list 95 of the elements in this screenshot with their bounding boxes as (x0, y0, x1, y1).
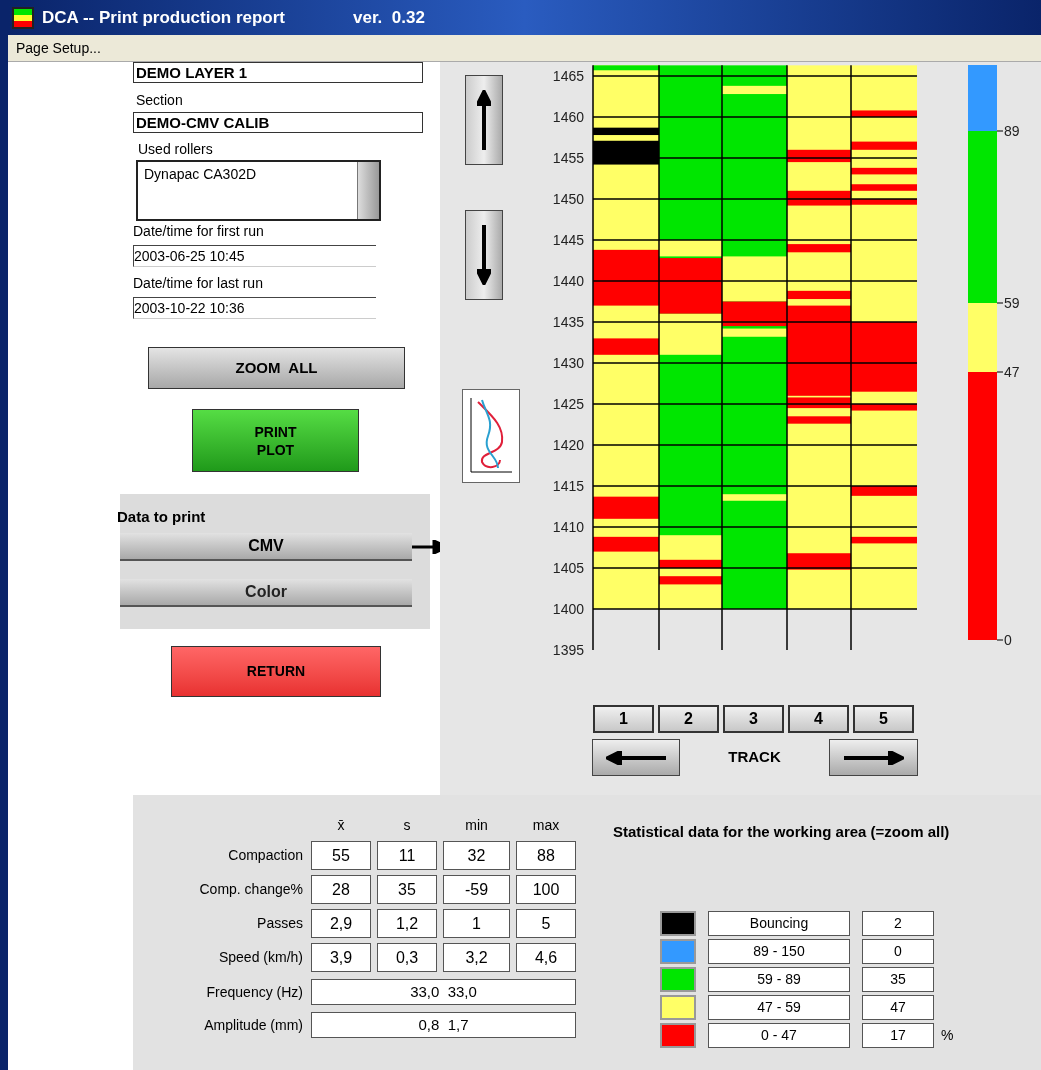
axis-label: 1450 (552, 191, 584, 207)
value-cell: 33,0 33,0 (311, 979, 576, 1005)
row-label: Comp. change% (198, 880, 304, 899)
range-cell: 47 - 59 (708, 994, 850, 1020)
value-cell: 1,2 (377, 909, 437, 938)
value-cell: 28 (311, 875, 371, 904)
axis-label: 1465 (552, 68, 584, 84)
statistics-title: Statistical data for the working area (=zoom all) (613, 822, 951, 842)
down-arrow-icon (477, 225, 491, 285)
axis-label: 1440 (552, 273, 584, 289)
menu-item[interactable]: Page Setup... (16, 37, 101, 59)
value-cell: 5 (516, 909, 576, 938)
scroll-down-button[interactable] (465, 210, 503, 300)
row-label: Amplitude (mm) (203, 1015, 304, 1035)
app-icon (12, 6, 34, 29)
axis-label: 1395 (552, 642, 584, 658)
unit-label: % (941, 1025, 954, 1045)
zoom-all-button[interactable]: ZOOM ALL (148, 347, 405, 389)
curve-plot-icon (468, 396, 514, 476)
axis-label: 1415 (552, 478, 584, 494)
option-button[interactable]: CMV (120, 532, 412, 561)
scale-label: 89 (996, 123, 1020, 139)
scroll-up-button[interactable] (465, 75, 503, 165)
value-cell: 2,9 (311, 909, 371, 938)
value-cell: 4,6 (516, 943, 576, 972)
left-arrow-icon (606, 750, 666, 765)
field-label: Used rollers (138, 140, 214, 159)
value-cell: 100 (516, 875, 576, 904)
value-cell: 0,3 (377, 943, 437, 972)
value-cell: 3,9 (311, 943, 371, 972)
axis-label: 1460 (552, 109, 584, 125)
range-cell: 89 - 150 (708, 938, 850, 964)
range-cell: Bouncing (708, 910, 850, 936)
axis-label: 1405 (552, 560, 584, 576)
value-cell: 55 (311, 841, 371, 870)
axis-label: 1445 (552, 232, 584, 248)
window-title: DCA -- Print production report (42, 6, 285, 29)
value-cell: 3,2 (443, 943, 510, 972)
value-cell: -59 (443, 875, 510, 904)
track-button[interactable]: 4 (788, 705, 849, 733)
range-cell: 59 - 89 (708, 966, 850, 992)
axis-label: 1435 (552, 314, 584, 330)
value-cell: 0,8 1,7 (311, 1012, 576, 1038)
value-cell: 88 (516, 841, 576, 870)
row-label: Speed (km/h) (217, 948, 304, 967)
panel-label: Data to print (117, 507, 207, 527)
date-field[interactable]: 2003-06-25 10:45 (133, 245, 376, 267)
return-button[interactable]: RETURN (171, 646, 381, 697)
scrollbar[interactable] (357, 162, 379, 219)
text-field[interactable]: DEMO-CMV CALIB (133, 112, 423, 133)
scale-label: 0 (996, 632, 1012, 648)
profile-plot-button[interactable] (462, 389, 520, 483)
scale-label: 47 (996, 364, 1020, 380)
track-button[interactable]: 2 (658, 705, 719, 733)
value-cell: 11 (377, 841, 437, 870)
axis-label: 1455 (552, 150, 584, 166)
text-field[interactable]: DEMO LAYER 1 (133, 62, 423, 83)
track-button[interactable]: 5 (853, 705, 914, 733)
value-cell: 1 (443, 909, 510, 938)
date-field[interactable]: 2003-10-22 10:36 (133, 297, 376, 319)
row-label: Compaction (227, 846, 304, 865)
column-header: s (402, 816, 412, 835)
option-button[interactable]: Color (120, 578, 412, 607)
up-arrow-icon (477, 90, 491, 150)
percent-cell: 2 (862, 910, 934, 936)
value-cell: 32 (443, 841, 510, 870)
track-button[interactable]: 1 (593, 705, 654, 733)
print-plot-button[interactable]: PRINT PLOT (192, 409, 359, 472)
row-label: Passes (256, 914, 304, 933)
next-track-button[interactable] (829, 739, 918, 776)
version-label: ver. 0.32 (353, 6, 425, 29)
column-header: max (531, 816, 561, 835)
column-header: x̄ (336, 816, 346, 835)
axis-label: 1425 (552, 396, 584, 412)
axis-label: 1400 (552, 601, 584, 617)
field-label: Date/time for first run (133, 222, 265, 241)
range-cell: 0 - 47 (708, 1022, 850, 1048)
axis-label: 1410 (552, 519, 584, 535)
field-label: Section (136, 91, 184, 110)
list-item[interactable]: Dynapac CA302D (144, 164, 357, 185)
track-button[interactable]: 3 (723, 705, 784, 733)
track-label: TRACK (727, 747, 782, 768)
percent-cell: 35 (862, 966, 934, 992)
column-header: min (464, 816, 489, 835)
row-label: Frequency (Hz) (205, 982, 304, 1002)
axis-label: 1430 (552, 355, 584, 371)
percent-cell: 47 (862, 994, 934, 1020)
previous-track-button[interactable] (592, 739, 680, 776)
percent-cell: 0 (862, 938, 934, 964)
right-arrow-icon (843, 750, 904, 765)
value-cell: 35 (377, 875, 437, 904)
axis-label: 1420 (552, 437, 584, 453)
field-label: Date/time for last run (133, 274, 264, 293)
scale-label: 59 (996, 295, 1020, 311)
percent-cell: 17 (862, 1022, 934, 1048)
